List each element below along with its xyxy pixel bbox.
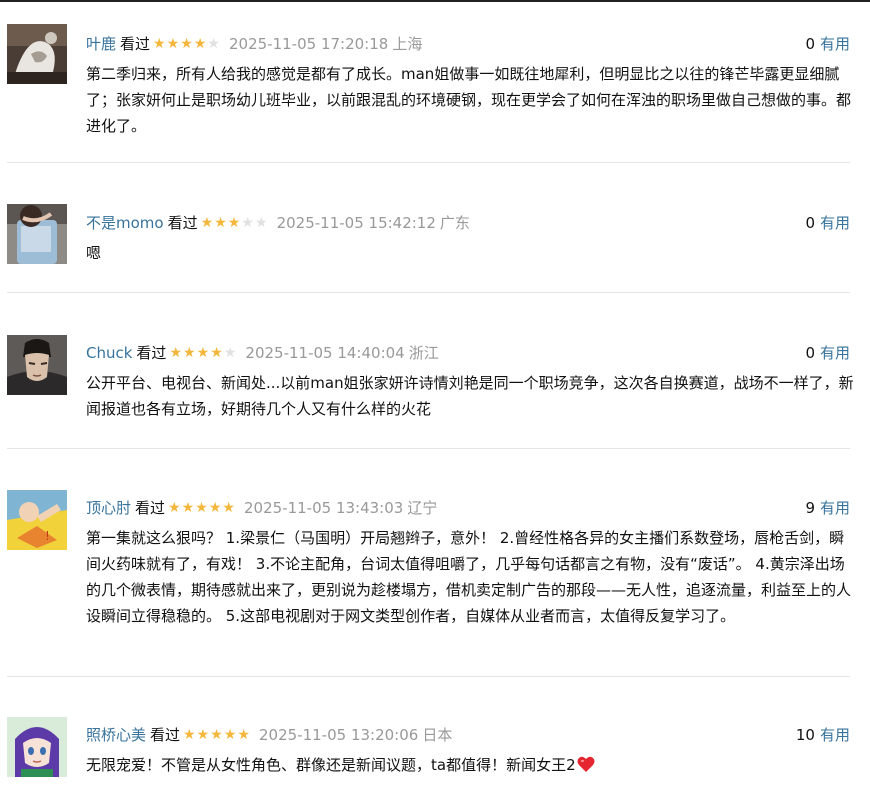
star-empty-icon: ★ <box>207 36 220 52</box>
star-icon: ★ <box>196 727 210 743</box>
comment-location: 日本 <box>422 726 453 744</box>
comment-location: 辽宁 <box>407 499 438 517</box>
vote-area: 0 有用 <box>805 211 850 235</box>
comment-divider <box>7 448 850 449</box>
rating-stars: ★ ★ ★ ★ ★ <box>183 723 251 747</box>
useful-button[interactable]: 有用 <box>820 35 850 53</box>
top-border <box>0 0 870 2</box>
watched-label: 看过 <box>167 214 198 232</box>
watched-label: 看过 <box>135 499 166 517</box>
user-avatar-icon[interactable] <box>7 335 67 395</box>
rating-stars: ★ ★ ★ ★ ★ <box>169 341 237 365</box>
comment-time: 2025-11-05 17:20:18 <box>229 35 389 53</box>
vote-area: 9 有用 <box>805 496 850 520</box>
useful-button[interactable]: 有用 <box>820 726 850 744</box>
star-icon: ★ <box>237 727 250 743</box>
star-icon: ★ <box>193 36 207 52</box>
useful-button[interactable]: 有用 <box>820 499 850 517</box>
username-link[interactable]: 照桥心美 <box>86 723 146 747</box>
username-link[interactable]: 顶心肘 <box>86 496 131 520</box>
comment-divider <box>7 676 850 677</box>
star-icon: ★ <box>196 345 210 361</box>
username-link[interactable]: Chuck <box>86 341 132 365</box>
star-icon: ★ <box>180 36 193 52</box>
rating-stars: ★ ★ ★ ★ ★ <box>153 32 221 56</box>
comment-location: 广东 <box>439 214 470 232</box>
comment-text: 无限宠爱！不管是从女性角色、群像还是新闻议题，ta都值得！新闻女王2 <box>86 756 576 774</box>
vote-area: 0 有用 <box>805 32 850 56</box>
star-empty-icon: ★ <box>254 215 268 231</box>
star-icon: ★ <box>169 345 182 361</box>
star-icon: ★ <box>222 500 235 516</box>
comment-time: 2025-11-05 13:20:06 <box>259 726 419 744</box>
username-link[interactable]: 不是momo <box>86 211 164 235</box>
comment-meta: 顶心肘 看过 ★ ★ ★ ★ ★ 2025-11-05 13:43:03 辽宁 <box>86 496 437 520</box>
star-icon: ★ <box>181 500 195 516</box>
comment-meta: 叶鹿 看过 ★ ★ ★ ★ ★ 2025-11-05 17:20:18 上海 <box>86 32 422 56</box>
svg-text:!: ! <box>45 529 50 543</box>
vote-count: 0 <box>805 344 815 362</box>
star-icon: ★ <box>214 215 227 231</box>
star-icon: ★ <box>200 215 214 231</box>
useful-button[interactable]: 有用 <box>820 344 850 362</box>
comment-meta: 照桥心美 看过 ★ ★ ★ ★ ★ 2025-11-05 13:20:06 日本 <box>86 723 452 747</box>
comment-time: 2025-11-05 13:43:03 <box>244 499 404 517</box>
star-icon: ★ <box>195 500 208 516</box>
rating-stars: ★ ★ ★ ★ ★ <box>168 496 236 520</box>
user-avatar-icon[interactable]: ! <box>7 490 67 550</box>
red-heart-icon <box>577 755 595 781</box>
comment-text: 第二季归来，所有人给我的感觉是都有了成长。man姐做事一如既往地犀利，但明显比之… <box>86 65 852 135</box>
comment-divider <box>7 162 850 163</box>
star-icon: ★ <box>153 36 166 52</box>
vote-count: 9 <box>805 499 815 517</box>
comment-text: 公开平台、电视台、新闻处...以前man姐张家妍许诗情刘艳是同一个职场竞争，这次… <box>86 374 854 418</box>
comment-time: 2025-11-05 14:40:04 <box>245 344 405 362</box>
star-icon: ★ <box>210 727 223 743</box>
star-icon: ★ <box>208 500 222 516</box>
vote-count: 10 <box>795 726 815 744</box>
star-icon: ★ <box>166 36 180 52</box>
star-empty-icon: ★ <box>241 215 254 231</box>
star-icon: ★ <box>210 345 223 361</box>
comment-time: 2025-11-05 15:42:12 <box>276 214 436 232</box>
username-link[interactable]: 叶鹿 <box>86 32 116 56</box>
comment-text-container: 无限宠爱！不管是从女性角色、群像还是新闻议题，ta都值得！新闻女王2 <box>86 752 854 781</box>
useful-button[interactable]: 有用 <box>820 214 850 232</box>
vote-area: 0 有用 <box>805 341 850 365</box>
comment-text: 第一集就这么狠吗？ 1.梁景仁（马国明）开局翘辫子，意外！ 2.曾经性格各异的女… <box>86 529 852 625</box>
user-avatar-icon[interactable] <box>7 717 67 777</box>
comment-meta: 不是momo 看过 ★ ★ ★ ★ ★ 2025-11-05 15:42:12 广东 <box>86 211 470 235</box>
comment-meta: Chuck 看过 ★ ★ ★ ★ ★ 2025-11-05 14:40:04 浙江 <box>86 341 439 365</box>
comment-text: 嗯 <box>86 244 102 262</box>
vote-count: 0 <box>805 214 815 232</box>
star-icon: ★ <box>223 727 237 743</box>
watched-label: 看过 <box>136 344 167 362</box>
comment-location: 上海 <box>392 35 423 53</box>
watched-label: 看过 <box>120 35 151 53</box>
comment-location: 浙江 <box>408 344 439 362</box>
vote-count: 0 <box>805 35 815 53</box>
star-icon: ★ <box>168 500 181 516</box>
star-icon: ★ <box>227 215 241 231</box>
user-avatar-icon[interactable] <box>7 24 67 84</box>
comment-divider <box>7 292 850 293</box>
vote-area: 10 有用 <box>796 723 850 747</box>
star-icon: ★ <box>183 727 196 743</box>
star-icon: ★ <box>183 345 196 361</box>
user-avatar-icon[interactable] <box>7 204 67 264</box>
watched-label: 看过 <box>150 726 181 744</box>
star-empty-icon: ★ <box>223 345 237 361</box>
rating-stars: ★ ★ ★ ★ ★ <box>201 211 269 235</box>
